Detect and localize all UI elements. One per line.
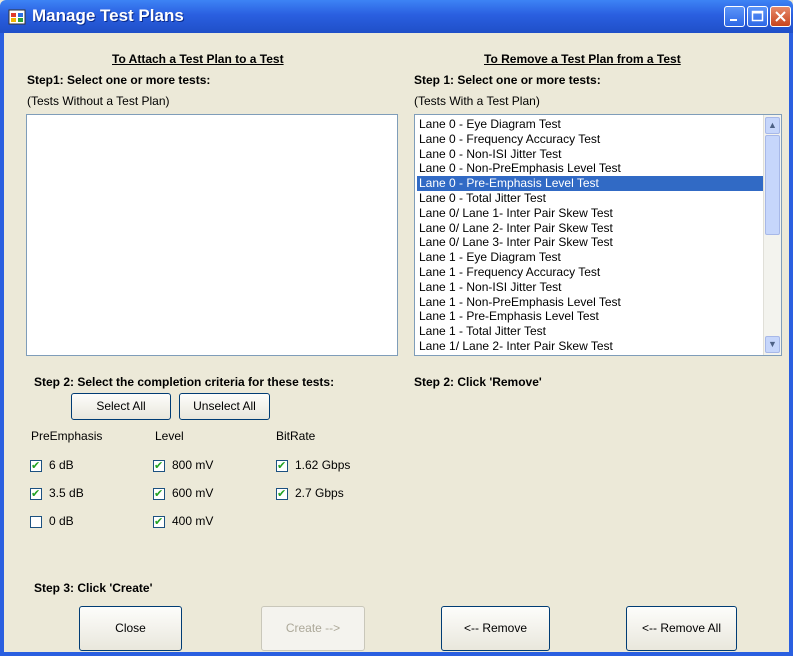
minimize-button[interactable] (724, 6, 745, 27)
attach-list-caption: (Tests Without a Test Plan) (27, 94, 170, 108)
maximize-button[interactable] (747, 6, 768, 27)
list-item[interactable]: Lane 1 - Non-PreEmphasis Level Test (417, 295, 763, 310)
attach-step1-label: Step1: Select one or more tests: (27, 73, 211, 87)
level-800mv-checkbox[interactable]: 800 mV (153, 458, 214, 473)
checkbox-box (276, 487, 288, 501)
list-item[interactable]: Lane 0/ Lane 2- Inter Pair Skew Test (417, 221, 763, 236)
select-all-button[interactable]: Select All (71, 393, 171, 420)
list-item[interactable]: Lane 1 - Eye Diagram Test (417, 250, 763, 265)
level-600mv-checkbox[interactable]: 600 mV (153, 486, 214, 501)
scroll-up-arrow-icon[interactable]: ▲ (765, 117, 780, 134)
remove-all-button[interactable]: <-- Remove All (626, 606, 737, 651)
remove-step2-label: Step 2: Click 'Remove' (414, 375, 542, 389)
checkbox-box (30, 459, 42, 473)
checkbox-label: 2.7 Gbps (295, 486, 344, 500)
list-item[interactable]: Lane 0 - Frequency Accuracy Test (417, 132, 763, 147)
scroll-down-arrow-icon[interactable]: ▼ (765, 336, 780, 353)
preemphasis-6db-checkbox[interactable]: 6 dB (30, 458, 74, 473)
checkbox-label: 1.62 Gbps (295, 458, 351, 472)
remove-heading: To Remove a Test Plan from a Test (484, 52, 681, 66)
list-item[interactable]: Lane 0 - Pre-Emphasis Level Test (417, 176, 763, 191)
close-icon (775, 11, 786, 22)
tests-with-plan-list[interactable]: Lane 0 - Eye Diagram Test Lane 0 - Freque… (414, 114, 782, 356)
bitrate-1-62-checkbox[interactable]: 1.62 Gbps (276, 458, 351, 473)
list-item[interactable]: Lane 0 - Eye Diagram Test (417, 117, 763, 132)
tests-without-plan-list[interactable] (26, 114, 398, 356)
checkbox-box (30, 515, 42, 528)
preemphasis-column-label: PreEmphasis (31, 429, 103, 443)
level-400mv-checkbox[interactable]: 400 mV (153, 514, 214, 529)
list-item[interactable]: Lane 0/ Lane 3- Inter Pair Skew Test (417, 235, 763, 250)
close-window-button[interactable] (770, 6, 791, 27)
checkbox-label: 400 mV (172, 514, 214, 528)
unselect-all-button[interactable]: Unselect All (179, 393, 270, 420)
list-item[interactable]: Lane 0 - Total Jitter Test (417, 191, 763, 206)
preemphasis-0db-checkbox[interactable]: 0 dB (30, 514, 74, 528)
scrollbar-thumb[interactable] (765, 135, 780, 235)
checkbox-box (276, 459, 288, 473)
remove-button[interactable]: <-- Remove (441, 606, 550, 651)
window-border-right (789, 33, 793, 656)
checkbox-label: 600 mV (172, 486, 214, 500)
checkbox-box (153, 515, 165, 529)
list-item[interactable]: Lane 1/ Lane 2- Inter Pair Skew Test (417, 339, 763, 354)
remove-step1-label: Step 1: Select one or more tests: (414, 73, 601, 87)
remove-list-caption: (Tests With a Test Plan) (414, 94, 540, 108)
checkbox-label: 800 mV (172, 458, 214, 472)
list-item[interactable]: Lane 0 - Non-ISI Jitter Test (417, 147, 763, 162)
checkbox-label: 6 dB (49, 458, 74, 472)
window-border-bottom (0, 652, 793, 656)
checkbox-box (153, 487, 165, 501)
bitrate-2-7-checkbox[interactable]: 2.7 Gbps (276, 486, 344, 501)
vertical-scrollbar[interactable]: ▲ ▼ (763, 115, 781, 355)
attach-step2-label: Step 2: Select the completion criteria f… (34, 375, 335, 389)
checkbox-box (153, 459, 165, 473)
list-item[interactable]: Lane 0 - Non-PreEmphasis Level Test (417, 161, 763, 176)
bitrate-column-label: BitRate (276, 429, 316, 443)
list-item[interactable]: Lane 1 - Non-ISI Jitter Test (417, 280, 763, 295)
window-title: Manage Test Plans (32, 6, 184, 25)
maximize-icon (751, 10, 764, 22)
list-item[interactable]: Lane 1 - Frequency Accuracy Test (417, 265, 763, 280)
list-item[interactable]: Lane 1 - Total Jitter Test (417, 324, 763, 339)
list-item[interactable]: Lane 1 - Pre-Emphasis Level Test (417, 309, 763, 324)
minimize-icon (730, 19, 737, 21)
checkbox-label: 3.5 dB (49, 486, 84, 500)
create-button[interactable]: Create --> (261, 606, 365, 651)
checkbox-label: 0 dB (49, 514, 74, 528)
close-button[interactable]: Close (79, 606, 182, 651)
checkbox-box (30, 487, 42, 501)
attach-step3-label: Step 3: Click 'Create' (34, 581, 153, 595)
app-icon (8, 9, 26, 25)
title-bar: Manage Test Plans (0, 0, 793, 33)
tests-with-plan-items: Lane 0 - Eye Diagram Test Lane 0 - Freque… (417, 117, 763, 354)
level-column-label: Level (155, 429, 184, 443)
attach-heading: To Attach a Test Plan to a Test (112, 52, 284, 66)
list-item[interactable]: Lane 0/ Lane 1- Inter Pair Skew Test (417, 206, 763, 221)
preemphasis-3-5db-checkbox[interactable]: 3.5 dB (30, 486, 84, 501)
